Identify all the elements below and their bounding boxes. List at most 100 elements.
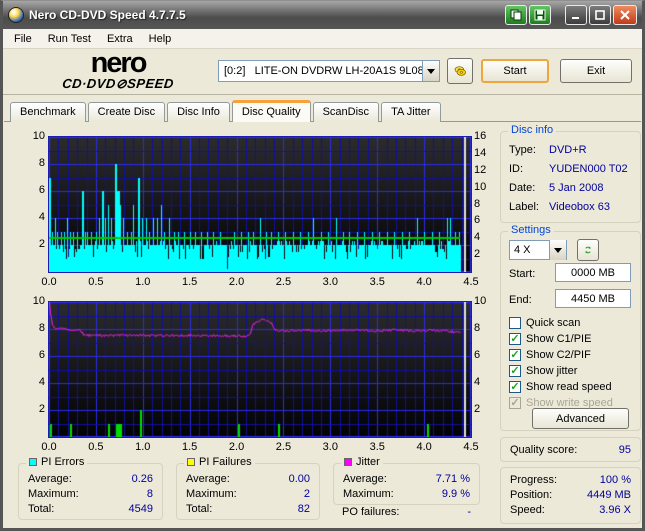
- start-button[interactable]: Start: [481, 59, 549, 83]
- checkbox-box[interactable]: ✓: [509, 333, 521, 345]
- progress-label: Progress:: [510, 474, 558, 486]
- maximize-button[interactable]: [589, 5, 611, 25]
- quality-score-label: Quality score:: [510, 444, 578, 456]
- axis-tick-label: 2.0: [228, 276, 245, 288]
- progress-value: 4449 MB: [586, 489, 631, 501]
- stat-box-title-text: Jitter: [356, 456, 380, 468]
- copy-icon[interactable]: [505, 5, 527, 25]
- speed-select-arrow[interactable]: [549, 240, 566, 260]
- axis-tick-label: 4: [474, 231, 481, 244]
- tab-scandisc[interactable]: ScanDisc: [312, 102, 380, 122]
- stat-value: 0.00: [288, 473, 310, 485]
- axis-tick-label: 0.5: [88, 276, 104, 288]
- exit-button[interactable]: Exit: [560, 59, 632, 83]
- po-failures-row: PO failures: -: [333, 506, 480, 518]
- progress-row: Progress: 100 %: [501, 473, 640, 488]
- stat-label: Average:: [186, 473, 230, 485]
- quality-score-panel: Quality score: 95: [500, 437, 641, 462]
- advanced-button[interactable]: Advanced: [532, 408, 629, 429]
- disc-info-label: Type:: [509, 144, 536, 156]
- disc-info-value: Videobox 63: [549, 201, 610, 213]
- axis-tick-label: 4: [38, 211, 45, 223]
- nero-logo: nero CD·DVD⊘SPEED: [33, 47, 203, 92]
- checkbox-label: Show C1/PIE: [526, 333, 592, 345]
- checkbox-quick-scan[interactable]: Quick scan: [509, 316, 580, 330]
- close-button[interactable]: [613, 5, 637, 25]
- axis-tick-label: 2.0: [228, 441, 245, 453]
- menu-item-run-test[interactable]: Run Test: [40, 31, 99, 47]
- checkbox-label: Show read speed: [526, 381, 612, 393]
- checkbox-box[interactable]: ✓: [509, 349, 521, 361]
- maximize-icon: [595, 10, 605, 20]
- legend-swatch-icon: [344, 458, 352, 466]
- axis-tick-label: 4: [474, 376, 481, 388]
- minimize-button[interactable]: [565, 5, 587, 25]
- axis-tick-label: 8: [474, 197, 481, 210]
- tab-create-disc[interactable]: Create Disc: [87, 102, 166, 122]
- discs-button[interactable]: [447, 58, 473, 84]
- axis-tick-label: 8: [38, 322, 45, 334]
- checkbox-show-write-speed: ✓ Show write speed: [509, 396, 613, 410]
- tab-disc-info[interactable]: Disc Info: [167, 102, 230, 122]
- minimize-icon: [572, 17, 579, 19]
- stat-row: Total: 4549: [19, 502, 162, 517]
- axis-tick-label: 3.0: [322, 441, 338, 453]
- axis-tick-label: 4.5: [463, 276, 479, 288]
- disc-info-label: Date:: [509, 182, 536, 194]
- menu-item-help[interactable]: Help: [141, 31, 180, 47]
- speed-select-value: 4 X: [514, 244, 531, 256]
- stat-row: Maximum: 2: [177, 487, 319, 502]
- disc-info-panel: Disc info Type: DVD+R ID: YUDEN000 T02 Date:…: [500, 124, 641, 223]
- axis-tick-label: 1.5: [182, 276, 198, 288]
- axis-tick-label: 8: [474, 322, 481, 334]
- axis-tick-label: 16: [474, 130, 487, 142]
- tab-ta-jitter[interactable]: TA Jitter: [381, 102, 441, 122]
- axis-tick-label: 2: [38, 238, 45, 250]
- drive-select-arrow[interactable]: [422, 61, 439, 81]
- nero-logo-text: nero: [90, 47, 148, 79]
- progress-rows: Progress: 100 % Position: 4449 MB Speed: 3.96…: [501, 468, 640, 518]
- stat-value: 8: [146, 488, 153, 500]
- stat-value: 9.9 %: [441, 488, 470, 500]
- start-field[interactable]: 0000 MB: [555, 263, 631, 282]
- axis-tick-label: 2: [474, 403, 481, 415]
- stat-label: Maximum:: [28, 488, 79, 500]
- checkbox-label: Show C2/PIF: [526, 349, 591, 361]
- tab-disc-quality[interactable]: Disc Quality: [231, 100, 311, 122]
- disc-info-row: Label: Videobox 63: [501, 198, 640, 217]
- axis-tick-label: 10: [474, 295, 487, 307]
- checkbox-show-jitter[interactable]: ✓ Show jitter: [509, 364, 577, 378]
- disc-info-rows: Type: DVD+R ID: YUDEN000 T02 Date: 5 Jan 2008…: [501, 132, 640, 217]
- menu-item-file[interactable]: File: [6, 31, 40, 47]
- stat-row: Average: 7.71 %: [334, 472, 479, 487]
- disc-info-row: ID: YUDEN000 T02: [501, 160, 640, 179]
- stat-value: 82: [297, 503, 310, 515]
- checkbox-show-read-speed[interactable]: ✓ Show read speed: [509, 380, 612, 394]
- po-failures-label: PO failures:: [342, 506, 400, 518]
- header: nero CD·DVD⊘SPEED [0:2] LITE-ON DVDRW LH…: [3, 49, 642, 95]
- checkbox-box[interactable]: ✓: [509, 381, 521, 393]
- stat-value: 0.26: [131, 473, 153, 485]
- refresh-speed-button[interactable]: [577, 239, 599, 261]
- checkbox-box[interactable]: [509, 317, 521, 329]
- tab-benchmark[interactable]: Benchmark: [10, 102, 86, 122]
- drive-select[interactable]: [0:2] LITE-ON DVDRW LH-20A1S 9L08: [218, 60, 440, 82]
- end-field[interactable]: 4450 MB: [555, 289, 631, 308]
- axis-tick-label: 10: [32, 130, 45, 142]
- start-field-label: Start:: [509, 268, 536, 280]
- checkbox-show-c2-pif[interactable]: ✓ Show C2/PIF: [509, 348, 591, 362]
- checkbox-label: Show jitter: [526, 365, 578, 377]
- axis-tick-label: 10: [474, 180, 487, 193]
- stat-value: 7.71 %: [435, 473, 470, 485]
- menu-item-extra[interactable]: Extra: [99, 31, 141, 47]
- stat-box-title-text: PI Errors: [41, 456, 85, 468]
- speed-select[interactable]: 4 X: [509, 240, 567, 260]
- discs-icon: [454, 66, 466, 76]
- save-icon[interactable]: [529, 5, 551, 25]
- app-window: Nero CD-DVD Speed 4.7.7.5 File Run Test …: [0, 0, 645, 531]
- checkbox-show-c1-pie[interactable]: ✓ Show C1/PIE: [509, 332, 591, 346]
- checkbox-label: Show write speed: [526, 397, 613, 409]
- stat-row: Average: 0.26: [19, 472, 162, 487]
- checkbox-box[interactable]: ✓: [509, 365, 521, 377]
- legend-swatch-icon: [187, 458, 195, 466]
